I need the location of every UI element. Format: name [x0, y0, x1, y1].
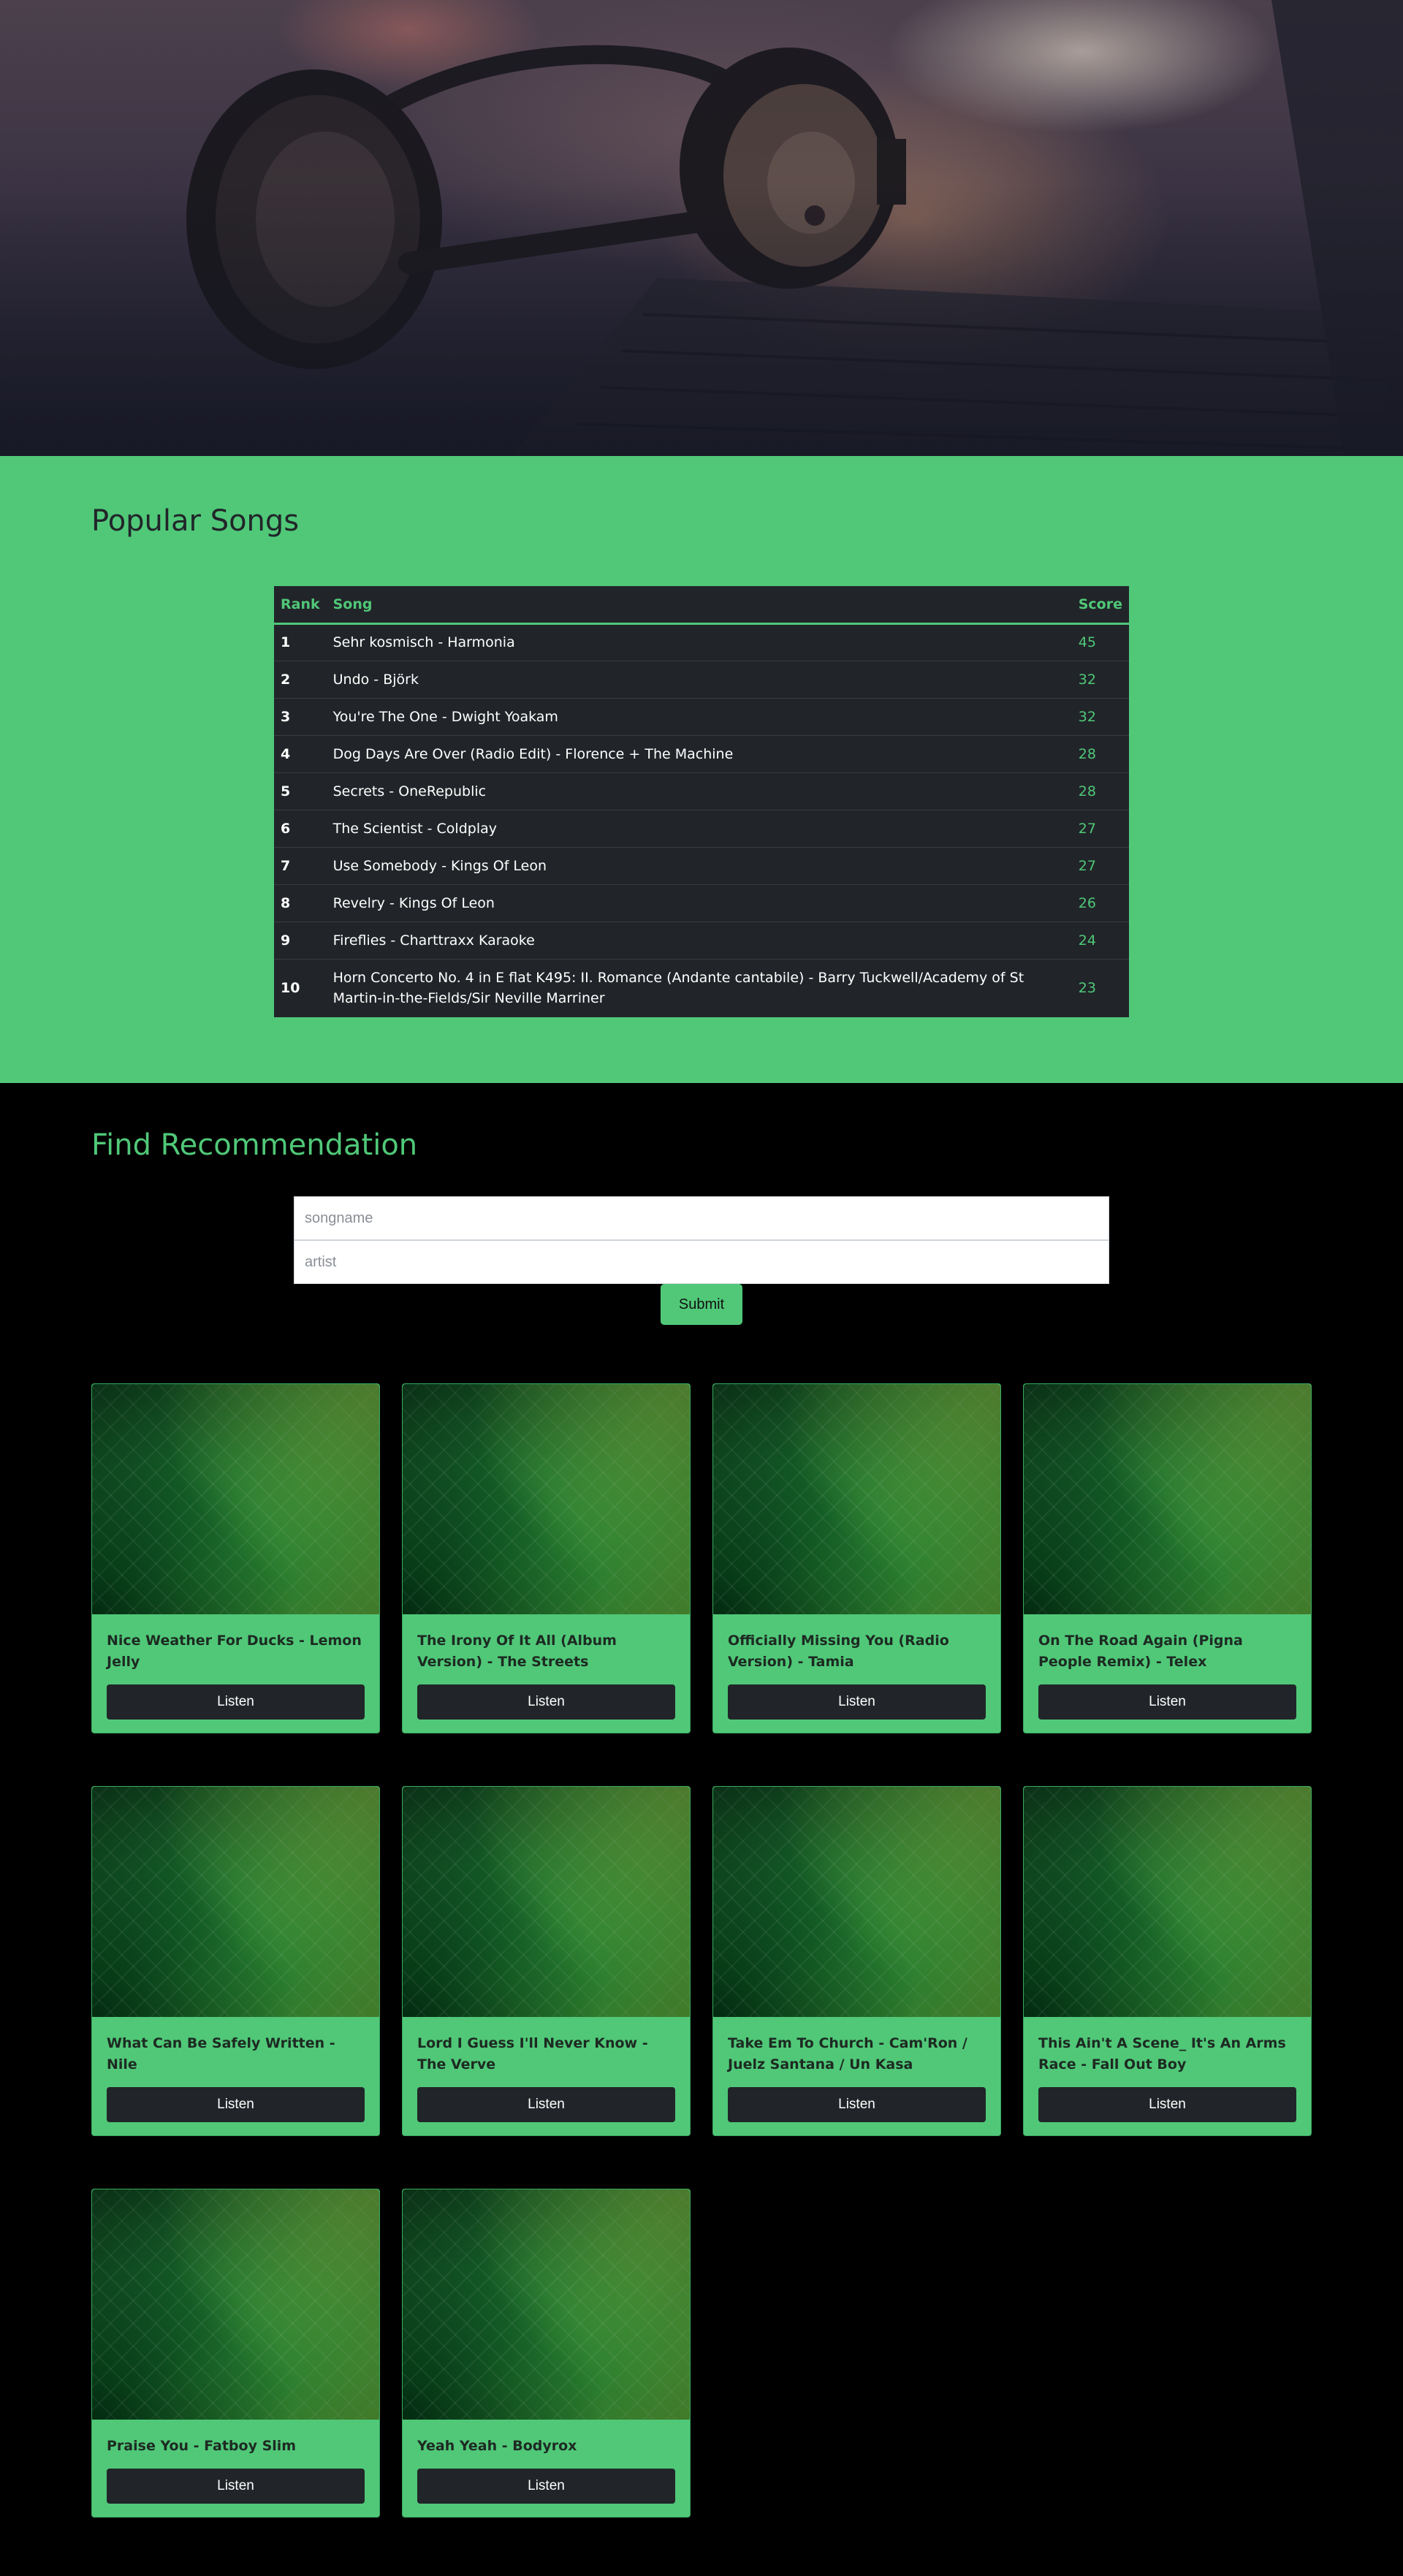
- rank-cell: 7: [274, 846, 327, 884]
- recommendation-card: Lord I Guess I'll Never Know - The Verve…: [402, 1786, 691, 2136]
- recommendation-card: Take Em To Church - Cam'Ron / Juelz Sant…: [712, 1786, 1001, 2136]
- rank-cell: 6: [274, 809, 327, 847]
- listen-button[interactable]: Listen: [417, 2469, 675, 2504]
- popular-songs-section: Popular Songs Rank Song Score 1 Sehr kos…: [0, 456, 1403, 1083]
- table-row: 9 Fireflies - Charttraxx Karaoke 24: [274, 921, 1129, 959]
- rank-cell: 1: [281, 634, 291, 650]
- listen-button[interactable]: Listen: [107, 1684, 365, 1720]
- song-cell: Use Somebody - Kings Of Leon: [326, 846, 1072, 884]
- card-title: Take Em To Church - Cam'Ron / Juelz Sant…: [728, 2035, 967, 2072]
- table-row: 1 Sehr kosmisch - Harmonia 45: [274, 623, 1129, 661]
- rank-cell: 8: [274, 884, 327, 922]
- score-cell: 27: [1071, 846, 1129, 884]
- score-cell: 24: [1071, 921, 1129, 959]
- recommendation-card: Yeah Yeah - Bodyrox Listen: [402, 2189, 691, 2518]
- listen-button[interactable]: Listen: [107, 2087, 365, 2122]
- recommendation-card: Officially Missing You (Radio Version) -…: [712, 1383, 1001, 1733]
- album-art-image: [403, 1787, 690, 2017]
- listen-button[interactable]: Listen: [728, 1684, 986, 1720]
- table-row: 8 Revelry - Kings Of Leon 26: [274, 884, 1129, 922]
- listen-button[interactable]: Listen: [417, 1684, 675, 1720]
- column-header-song: Song: [326, 586, 1072, 625]
- column-header-score: Score: [1071, 586, 1129, 625]
- card-title: Officially Missing You (Radio Version) -…: [728, 1633, 949, 1670]
- table-row: 7 Use Somebody - Kings Of Leon 27: [274, 846, 1129, 884]
- song-cell: Horn Concerto No. 4 in E flat K495: II. …: [326, 958, 1072, 1017]
- recommendation-form: Submit: [294, 1196, 1109, 1325]
- hero-banner: [0, 0, 1403, 456]
- listen-button[interactable]: Listen: [728, 2087, 986, 2122]
- card-title: Nice Weather For Ducks - Lemon Jelly: [107, 1633, 362, 1670]
- score-cell: 32: [1071, 660, 1129, 698]
- card-title: Yeah Yeah - Bodyrox: [417, 2438, 577, 2454]
- listen-button[interactable]: Listen: [417, 2087, 675, 2122]
- score-cell: 27: [1071, 809, 1129, 847]
- recommendation-card: What Can Be Safely Written - Nile Listen: [91, 1786, 380, 2136]
- song-cell: Sehr kosmisch - Harmonia: [332, 634, 515, 650]
- score-cell: 28: [1071, 734, 1129, 772]
- score-cell: 23: [1071, 958, 1129, 1017]
- album-art-image: [713, 1384, 1000, 1614]
- card-title: On The Road Again (Pigna People Remix) -…: [1038, 1633, 1243, 1670]
- score-cell: 26: [1071, 884, 1129, 922]
- popular-songs-table: Rank Song Score 1 Sehr kosmisch - Harmon…: [274, 586, 1129, 1017]
- rank-cell: 2: [274, 660, 327, 698]
- card-title: Praise You - Fatboy Slim: [107, 2438, 297, 2454]
- score-cell: 28: [1071, 772, 1129, 810]
- recommendation-card: Praise You - Fatboy Slim Listen: [91, 2189, 380, 2518]
- card-title: What Can Be Safely Written - Nile: [107, 2035, 335, 2072]
- score-cell: 32: [1071, 697, 1129, 735]
- card-title: The Irony Of It All (Album Version) - Th…: [417, 1633, 617, 1670]
- rank-cell: 5: [274, 772, 327, 810]
- album-art-image: [92, 1787, 379, 2017]
- recommendation-card: The Irony Of It All (Album Version) - Th…: [402, 1383, 691, 1733]
- song-cell: Dog Days Are Over (Radio Edit) - Florenc…: [326, 734, 1072, 772]
- recommendation-grid: Nice Weather For Ducks - Lemon Jelly Lis…: [91, 1383, 1312, 2518]
- popular-songs-title: Popular Songs: [91, 504, 300, 538]
- submit-button[interactable]: Submit: [661, 1284, 742, 1325]
- card-title: This Ain't A Scene_ It's An Arms Race - …: [1038, 2035, 1286, 2072]
- song-cell: The Scientist - Coldplay: [326, 809, 1072, 847]
- song-cell: Fireflies - Charttraxx Karaoke: [326, 921, 1072, 959]
- listen-button[interactable]: Listen: [1038, 1684, 1296, 1720]
- listen-button[interactable]: Listen: [1038, 2087, 1296, 2122]
- recommendation-card: Nice Weather For Ducks - Lemon Jelly Lis…: [91, 1383, 380, 1733]
- songname-input[interactable]: [294, 1196, 1109, 1240]
- song-cell: Secrets - OneRepublic: [326, 772, 1072, 810]
- song-cell: Undo - Björk: [326, 660, 1072, 698]
- table-row: 4 Dog Days Are Over (Radio Edit) - Flore…: [274, 734, 1129, 772]
- rank-cell: 4: [274, 734, 327, 772]
- recommendation-card: On The Road Again (Pigna People Remix) -…: [1023, 1383, 1312, 1733]
- table-row: 10 Horn Concerto No. 4 in E flat K495: I…: [274, 958, 1129, 1017]
- album-art-image: [1024, 1384, 1311, 1614]
- album-art-image: [1024, 1787, 1311, 2017]
- album-art-image: [713, 1787, 1000, 2017]
- table-row: 2 Undo - Björk 32: [274, 660, 1129, 698]
- rank-cell: 9: [274, 921, 327, 959]
- table-row: 6 The Scientist - Coldplay 27: [274, 809, 1129, 847]
- column-header-rank: Rank: [274, 586, 327, 625]
- score-cell: 45: [1078, 634, 1096, 650]
- rank-cell: 10: [274, 958, 327, 1017]
- card-title: Lord I Guess I'll Never Know - The Verve: [417, 2035, 648, 2072]
- table-row: 3 You're The One - Dwight Yoakam 32: [274, 697, 1129, 735]
- album-art-image: [403, 2189, 690, 2420]
- album-art-image: [92, 1384, 379, 1614]
- table-row: 5 Secrets - OneRepublic 28: [274, 772, 1129, 810]
- artist-input[interactable]: [294, 1240, 1109, 1284]
- find-recommendation-title: Find Recommendation: [91, 1128, 418, 1162]
- recommendation-card: This Ain't A Scene_ It's An Arms Race - …: [1023, 1786, 1312, 2136]
- song-cell: Revelry - Kings Of Leon: [326, 884, 1072, 922]
- rank-cell: 3: [274, 697, 327, 735]
- album-art-image: [92, 2189, 379, 2420]
- table-header-row: Rank Song Score: [274, 586, 1129, 625]
- song-cell: You're The One - Dwight Yoakam: [326, 697, 1072, 735]
- hero-overlay: [0, 0, 1403, 456]
- listen-button[interactable]: Listen: [107, 2469, 365, 2504]
- album-art-image: [403, 1384, 690, 1614]
- find-recommendation-section: Find Recommendation Submit Nice Weather …: [0, 1083, 1403, 2576]
